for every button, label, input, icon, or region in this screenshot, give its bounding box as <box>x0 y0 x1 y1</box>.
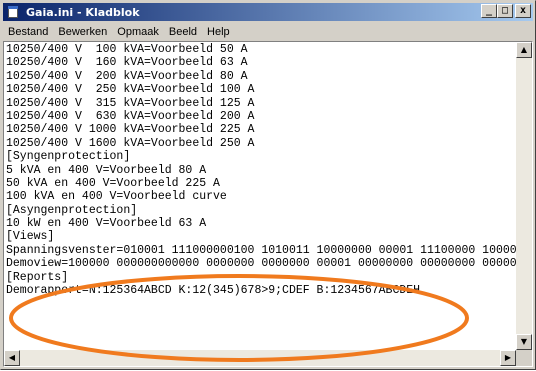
text-line: [Asyngenprotection] <box>6 203 138 217</box>
text-line: 10250/400 V 315 kVA=Voorbeeld 125 A <box>6 96 255 110</box>
arrow-left-icon: ◀ <box>8 353 16 362</box>
text-line: 10250/400 V 250 kVA=Voorbeeld 100 A <box>6 83 255 97</box>
window-controls: _ □ x <box>481 4 531 18</box>
minimize-button[interactable]: _ <box>481 4 497 18</box>
vertical-scrollbar[interactable]: ▲ ▼ <box>516 42 532 350</box>
scroll-up-button[interactable]: ▲ <box>516 42 532 58</box>
window-title: Gaia.ini - Kladblok <box>26 5 140 19</box>
horizontal-scrollbar[interactable]: ◀ ▶ <box>4 350 516 366</box>
text-line: 10250/400 V 200 kVA=Voorbeeld 80 A <box>6 69 248 83</box>
arrow-up-icon: ▲ <box>520 45 528 54</box>
text-line <box>6 297 516 310</box>
text-line: [Syngenprotection] <box>6 150 131 164</box>
text-line: 50 kVA en 400 V=Voorbeeld 225 A <box>6 176 220 190</box>
close-button[interactable]: x <box>515 4 531 18</box>
text-line: 10250/400 V 100 kVA=Voorbeeld 50 A <box>6 43 248 56</box>
arrow-right-icon: ▶ <box>504 353 512 362</box>
menu-bewerken[interactable]: Bewerken <box>53 26 112 38</box>
text-line: 10250/400 V 1600 kVA=Voorbeeld 250 A <box>6 136 255 150</box>
maximize-icon: □ <box>501 5 509 16</box>
maximize-button[interactable]: □ <box>497 4 513 18</box>
arrow-down-icon: ▼ <box>520 337 528 346</box>
text-line: [Reports] <box>6 270 69 284</box>
notepad-icon <box>6 5 22 19</box>
title-bar[interactable]: Gaia.ini - Kladblok _ □ x <box>3 3 533 21</box>
menu-bar: Bestand Bewerken Opmaak Beeld Help <box>3 22 533 41</box>
text-line: 10250/400 V 1000 kVA=Voorbeeld 225 A <box>6 123 255 137</box>
text-line: Spanningsvenster=010001 111000000100 101… <box>6 243 516 257</box>
text-line: Demorapport=N:125364ABCD K:12(345)678>9;… <box>6 284 421 298</box>
text-line: 5 kVA en 400 V=Voorbeeld 80 A <box>6 163 207 177</box>
scroll-down-button[interactable]: ▼ <box>516 334 532 350</box>
scroll-left-button[interactable]: ◀ <box>4 350 20 366</box>
text-line: 10250/400 V 630 kVA=Voorbeeld 200 A <box>6 109 255 123</box>
minimize-icon: _ <box>485 5 493 16</box>
text-editor[interactable]: 10250/400 V 100 kVA=Voorbeeld 50 A 10250/… <box>3 41 533 367</box>
text-line: 10250/400 V 160 kVA=Voorbeeld 63 A <box>6 56 248 70</box>
menu-opmaak[interactable]: Opmaak <box>112 26 164 38</box>
menu-bestand[interactable]: Bestand <box>3 26 53 38</box>
text-line: 100 kVA en 400 V=Voorbeeld curve <box>6 190 227 204</box>
text-content[interactable]: 10250/400 V 100 kVA=Voorbeeld 50 A 10250/… <box>6 43 516 350</box>
menu-beeld[interactable]: Beeld <box>164 26 202 38</box>
text-line: 10 kW en 400 V=Voorbeeld 63 A <box>6 217 207 231</box>
text-line: Demoview=100000 000000000000 0000000 000… <box>6 257 516 271</box>
notepad-window: Gaia.ini - Kladblok _ □ x Bestand Bewerk… <box>0 0 536 370</box>
text-line <box>6 311 516 324</box>
scrollbar-corner <box>516 350 532 366</box>
menu-help[interactable]: Help <box>202 26 235 38</box>
text-line: [Views] <box>6 230 55 244</box>
scroll-right-button[interactable]: ▶ <box>500 350 516 366</box>
close-icon: x <box>519 5 527 16</box>
